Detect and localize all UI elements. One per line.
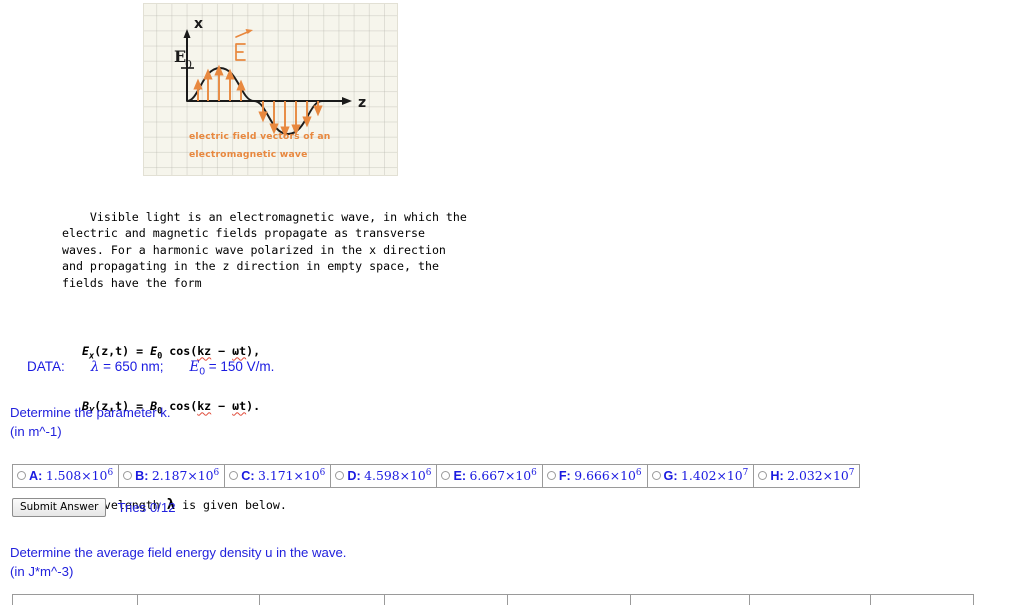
option-A-value: 1.508×106: [46, 468, 113, 483]
option-F-exponent: 6: [635, 468, 642, 478]
option-G[interactable]: G: 1.402×107: [646, 464, 755, 489]
option-A[interactable]: A: 1.508×106: [12, 464, 120, 489]
figure-caption-line2: electromagnetic wave: [189, 149, 308, 160]
radio-A[interactable]: [17, 471, 26, 481]
eq1-equals: =: [136, 344, 144, 359]
radio-F[interactable]: [546, 471, 556, 481]
option-F-mantissa: 9.666×10: [574, 468, 636, 484]
option-E[interactable]: E: 6.667×106: [436, 464, 543, 489]
option-B[interactable]: B: 2.187×106: [118, 464, 226, 489]
question-2-options: [12, 594, 974, 605]
option-B-letter: B: [135, 469, 145, 484]
option-C[interactable]: C: 3.171×106: [224, 464, 332, 489]
option-B-value: 2.187×106: [152, 468, 219, 483]
problem-paragraph: Visible light is an electromagnetic wave…: [62, 209, 467, 290]
option-A-mantissa: 1.508×10: [45, 468, 108, 484]
eq1-cos: cos(: [169, 344, 198, 359]
data-e0-value: = 150 V/m.: [204, 359, 275, 374]
z-axis-label: z: [358, 95, 366, 111]
radio-G[interactable]: [651, 471, 661, 481]
data-label: DATA:: [27, 359, 65, 374]
option-E-letter: E: [453, 469, 462, 484]
radio-H[interactable]: [758, 471, 768, 481]
data-e0-symbol: E: [189, 359, 200, 375]
q2-option-8[interactable]: [870, 594, 974, 605]
eq1-kz: kz: [197, 344, 212, 359]
wavelength-note-after: is given below.: [175, 497, 287, 512]
radio-D[interactable]: [335, 471, 345, 481]
question-2-units: (in J*m^-3): [10, 564, 74, 579]
option-G-letter: G: [663, 469, 674, 484]
option-F-value: 9.666×106: [574, 468, 641, 483]
e-vector-label: [235, 29, 253, 61]
option-D[interactable]: D: 4.598×106: [330, 464, 438, 489]
x-axis-label: x: [194, 16, 203, 32]
radio-C[interactable]: [229, 471, 239, 481]
wave-figure: E 0 x z electric field vectors of an ele…: [143, 3, 398, 176]
question-2: Determine the average field energy densi…: [10, 543, 346, 581]
q2-option-1[interactable]: [12, 594, 138, 605]
x-axis-arrowhead: [183, 29, 191, 38]
submit-answer-button[interactable]: Submit Answer: [12, 498, 107, 517]
option-H[interactable]: H: 2.032×107: [753, 464, 861, 489]
question-2-text: Determine the average field energy densi…: [10, 545, 347, 560]
q2-option-6[interactable]: [630, 594, 750, 605]
radio-B[interactable]: [123, 471, 133, 481]
option-G-exponent: 7: [742, 468, 749, 478]
q2-option-5[interactable]: [507, 594, 631, 605]
option-D-value: 4.598×106: [364, 468, 431, 483]
q2-option-3[interactable]: [259, 594, 385, 605]
question-1-units: (in m^-1): [10, 424, 62, 439]
option-E-mantissa: 6.667×10: [469, 468, 532, 484]
option-C-mantissa: 3.171×10: [258, 468, 320, 484]
eq2-close: ).: [246, 399, 261, 414]
eq1-omega-t: ωt: [232, 344, 247, 359]
question-1-text: Determine the parameter k.: [10, 405, 171, 420]
amplitude-sublabel: 0: [185, 58, 192, 71]
option-C-value: 3.171×106: [258, 468, 325, 483]
option-E-value: 6.667×106: [470, 468, 537, 483]
eq1-lhs-args: (z,t): [94, 344, 130, 359]
question-1-options: A: 1.508×106 B: 2.187×106 C: 3.171×106 D: 4…: [12, 464, 861, 489]
eq2-cos: cos(: [169, 399, 198, 414]
option-A-exponent: 6: [107, 468, 114, 478]
option-B-exponent: 6: [213, 468, 220, 478]
question-1-submit-row: Submit Answer Tries 0/12: [12, 498, 176, 517]
option-H-value: 2.032×107: [787, 468, 854, 483]
tries-counter: Tries 0/12: [117, 500, 176, 515]
option-A-letter: A: [29, 469, 39, 484]
problem-page: E 0 x z electric field vectors of an ele…: [0, 0, 1024, 605]
option-F-letter: F: [558, 469, 567, 484]
radio-E[interactable]: [441, 471, 451, 481]
option-C-exponent: 6: [319, 468, 326, 478]
q2-option-2[interactable]: [137, 594, 260, 605]
option-C-letter: C: [241, 469, 251, 484]
q2-option-7[interactable]: [749, 594, 871, 605]
option-G-value: 1.402×107: [681, 468, 748, 483]
eq2-omega-t: ωt: [232, 399, 247, 414]
eq2-kz: kz: [197, 399, 212, 414]
option-H-exponent: 7: [848, 468, 855, 478]
figure-caption-line1: electric field vectors of an: [189, 131, 331, 142]
data-lambda-value: = 650 nm;: [99, 359, 164, 374]
option-D-mantissa: 4.598×10: [364, 468, 426, 484]
eq1-amp-symbol: E: [150, 344, 158, 359]
question-1: Determine the parameter k. (in m^-1): [10, 403, 171, 441]
option-D-exponent: 6: [425, 468, 432, 478]
eq2-minus: −: [218, 399, 226, 414]
eq1-lhs-symbol: E: [82, 344, 89, 359]
option-H-mantissa: 2.032×10: [787, 468, 849, 484]
data-line: DATA: λ = 650 nm; E0 = 150 V/m.: [27, 359, 274, 378]
option-G-mantissa: 1.402×10: [681, 468, 743, 484]
z-axis-arrowhead: [342, 97, 352, 105]
option-B-mantissa: 2.187×10: [151, 468, 214, 484]
eq1-close: ),: [246, 344, 261, 359]
option-E-exponent: 6: [531, 468, 537, 478]
q2-option-4[interactable]: [384, 594, 508, 605]
eq1-minus: −: [218, 344, 226, 359]
option-F[interactable]: F: 9.666×106: [541, 464, 648, 489]
